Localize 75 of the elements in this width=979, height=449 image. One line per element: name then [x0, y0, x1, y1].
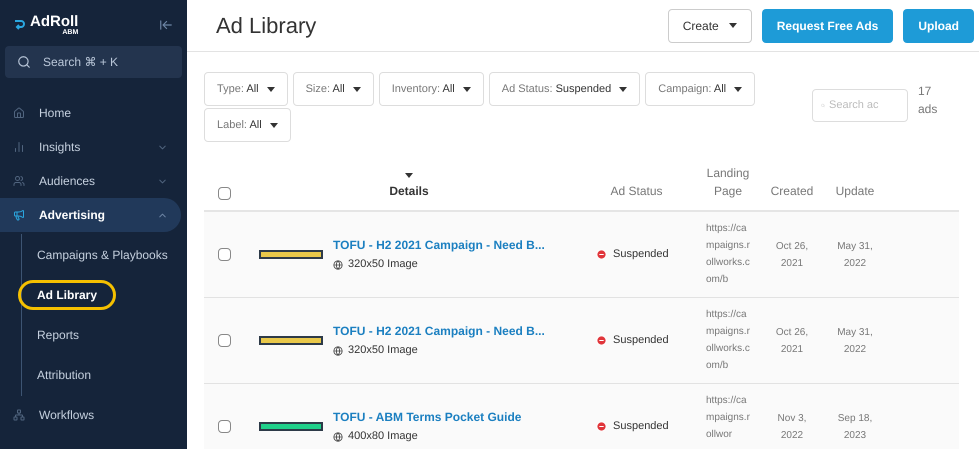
search-icon: [17, 55, 31, 69]
search-field[interactable]: Search ac: [812, 89, 908, 122]
ad-size: 320x50 Image: [348, 343, 418, 358]
landing-page-url: https://campaigns.rollworks.com/b: [706, 222, 750, 287]
column-header[interactable]: Created: [770, 182, 814, 200]
landing-page-url: https://campaigns.rollworks.com/b: [706, 308, 750, 373]
updated-date: May 31, 2022: [836, 326, 874, 356]
logo-icon: [14, 20, 26, 30]
created-date: Nov 3, 2022: [776, 412, 808, 442]
filter-dropdown[interactable]: Type: All: [204, 72, 288, 106]
table-row[interactable]: TOFU - ABM Terms Pocket Guide 400x80 Image Suspended https://campaigns.rollwor Nov 3, 2022 Sep 18, 2023: [204, 384, 959, 449]
filter-dropdown[interactable]: Size: All: [292, 72, 374, 106]
nav-icon: [13, 107, 25, 119]
created-date: Oct 26, 2021: [774, 240, 810, 270]
suspended-icon: [596, 249, 607, 260]
caret-icon: [270, 122, 278, 128]
ad-count: 17 ads: [918, 83, 938, 118]
column-header[interactable]: Update: [836, 182, 874, 200]
search-shortcut: Search ⌘ + K: [43, 54, 118, 71]
suspended-icon: [596, 421, 607, 432]
created-date: Oct 26, 2021: [774, 326, 810, 356]
row-checkbox[interactable]: [218, 420, 230, 433]
ad-size: 320x50 Image: [348, 257, 418, 272]
nav-subitem[interactable]: Attribution: [18, 360, 110, 390]
row-checkbox[interactable]: [218, 248, 230, 261]
nav-subitem[interactable]: Ad Library: [18, 280, 116, 310]
table-row[interactable]: TOFU - H2 2021 Campaign - Need B... 320x50 Image Suspended https://campaigns.rollworks.com/b Oct 26, 2021 May 31, 2022: [204, 298, 959, 384]
globe-icon: [333, 346, 343, 356]
caret-icon: [462, 86, 471, 92]
nav-item[interactable]: Workflows: [0, 398, 181, 432]
nav-icon: [13, 175, 25, 187]
suspended-icon: [596, 335, 607, 346]
filter-dropdown[interactable]: Campaign: All: [645, 72, 756, 106]
caret-icon: [405, 173, 413, 178]
column-header[interactable]: Landing Page: [703, 164, 753, 200]
nav-item[interactable]: Home: [0, 96, 181, 130]
table-row[interactable]: TOFU - H2 2021 Campaign - Need B... 320x50 Image Suspended https://campaigns.rollworks.com/b Oct 26, 2021 May 31, 2022: [204, 212, 959, 298]
nav-item[interactable]: Audiences: [0, 164, 181, 198]
caret-icon: [266, 86, 275, 92]
caret-icon: [352, 86, 361, 92]
ad-size: 400x80 Image: [348, 429, 418, 444]
ad-status: Suspended: [613, 333, 669, 348]
caret-icon: [619, 86, 628, 92]
page-title: Ad Library: [216, 12, 318, 40]
column-header[interactable]: Ad Status: [610, 182, 663, 200]
updated-date: Sep 18, 2023: [836, 412, 874, 442]
ad-status: Suspended: [613, 247, 669, 262]
search-field[interactable]: Search ⌘ + K: [5, 46, 182, 78]
search-input[interactable]: Search ac: [829, 97, 899, 114]
collapse-icon[interactable]: [159, 18, 173, 32]
nav-icon: [13, 209, 25, 221]
caret-icon: [734, 86, 742, 92]
nav-item[interactable]: Insights: [0, 130, 181, 164]
create-button[interactable]: Create: [668, 8, 752, 42]
globe-icon: [333, 432, 343, 442]
row-checkbox[interactable]: [218, 334, 230, 347]
ad-title-link[interactable]: TOFU - H2 2021 Campaign - Need B...: [333, 322, 545, 340]
filter-dropdown[interactable]: Label: All: [204, 108, 291, 142]
nav-icon: [13, 409, 25, 421]
ad-status: Suspended: [613, 419, 669, 434]
ad-title-link[interactable]: TOFU - ABM Terms Pocket Guide: [333, 408, 522, 426]
landing-page-url: https://campaigns.rollwor: [706, 394, 750, 442]
select-all-checkbox[interactable]: [218, 187, 230, 200]
nav-subitem[interactable]: Reports: [18, 320, 98, 350]
globe-icon: [333, 260, 343, 270]
logo-text: AdRoll: [30, 14, 78, 29]
column-header[interactable]: Details: [389, 182, 429, 200]
nav-subitem[interactable]: Campaigns & Playbooks: [18, 240, 187, 270]
nav-icon: [13, 141, 25, 153]
filter-dropdown[interactable]: Ad Status: Suspended: [488, 72, 640, 106]
nav-item[interactable]: Advertising: [0, 198, 181, 232]
caret-icon: [728, 23, 737, 28]
ad-title-link[interactable]: TOFU - H2 2021 Campaign - Need B...: [333, 236, 545, 254]
filter-dropdown[interactable]: Inventory: All: [378, 72, 484, 106]
updated-date: May 31, 2022: [836, 240, 874, 270]
